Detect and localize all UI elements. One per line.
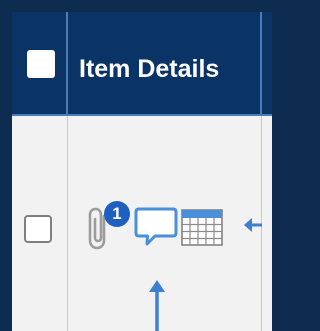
select-all-checkbox[interactable] [27, 50, 55, 78]
calendar-icon[interactable] [180, 206, 224, 248]
item-details-column-header[interactable]: Item Details [68, 12, 262, 114]
table-row: 1 [12, 116, 272, 331]
comment-icon[interactable] [134, 206, 178, 248]
grid-header-row: Item Details [12, 12, 272, 116]
item-grid: Item Details 1 [12, 12, 272, 331]
row-select-cell [12, 116, 68, 331]
select-all-column-header [12, 12, 68, 114]
callout-arrow-left-icon [244, 218, 262, 232]
item-details-cell: 1 [68, 116, 262, 331]
callout-arrow-up-icon [149, 280, 165, 331]
attachment-count-badge: 1 [104, 201, 130, 227]
column-header-label: Item Details [79, 55, 220, 83]
screenshot-frame: Item Details 1 [0, 0, 272, 331]
next-column-header [262, 12, 272, 114]
row-select-checkbox[interactable] [24, 215, 52, 243]
